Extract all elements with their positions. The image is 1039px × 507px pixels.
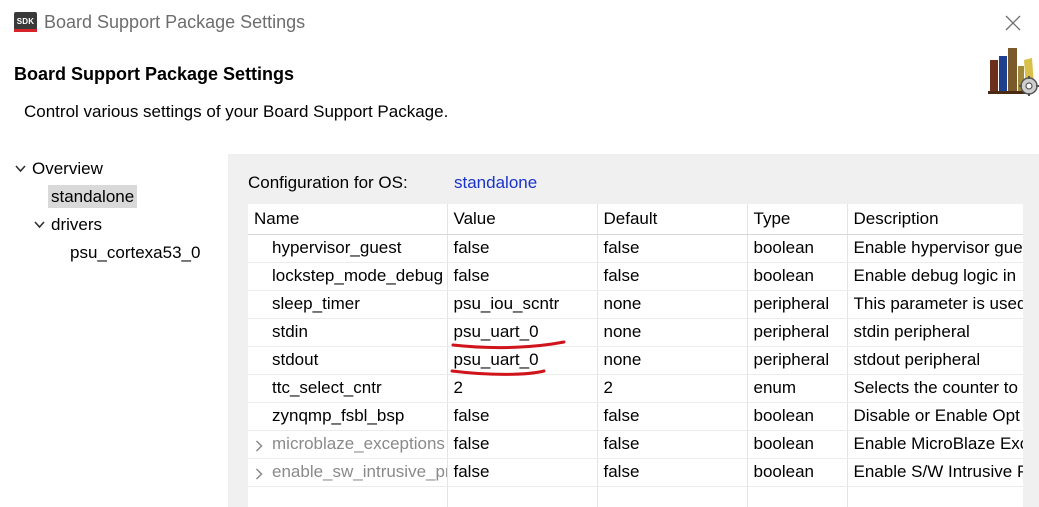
chevron-right-icon[interactable] (255, 467, 263, 480)
param-group-label: enable_sw_intrusive_profiling (272, 462, 446, 481)
param-description: Selects the counter to (847, 374, 1023, 403)
table-row[interactable]: sleep_timer psu_iou_scntr none periphera… (248, 290, 1023, 319)
tree-item-label: drivers (51, 215, 103, 234)
param-type: peripheral (747, 290, 848, 319)
chevron-right-icon[interactable] (255, 439, 263, 452)
table-row (248, 486, 1023, 507)
param-default: false (597, 262, 748, 291)
param-value[interactable]: false (447, 458, 598, 487)
param-group-label: microblaze_exceptions (272, 434, 445, 453)
param-value[interactable]: false (447, 234, 598, 263)
column-header-description[interactable]: Description (847, 204, 1023, 235)
window-title: Board Support Package Settings (44, 12, 306, 32)
param-name: lockstep_mode_debug (248, 262, 448, 291)
sdk-app-icon: SDK (14, 12, 37, 32)
param-name: hypervisor_guest (248, 234, 448, 263)
param-type: peripheral (747, 318, 848, 347)
param-value[interactable]: psu_uart_0 (447, 318, 598, 347)
param-type: boolean (747, 458, 848, 487)
param-value[interactable]: false (447, 262, 598, 291)
param-value[interactable]: psu_uart_0 (447, 346, 598, 375)
close-icon (1005, 15, 1021, 31)
param-type: boolean (747, 234, 848, 263)
table-row[interactable]: lockstep_mode_debug false false boolean … (248, 262, 1023, 291)
param-description: Enable hypervisor gue (847, 234, 1023, 263)
param-description: Enable debug logic in (847, 262, 1023, 291)
param-default: none (597, 318, 748, 347)
navigation-tree: Overview standalone drivers psu_cortexa5… (8, 154, 228, 507)
table-row[interactable]: zynqmp_fsbl_bsp false false boolean Disa… (248, 402, 1023, 431)
param-name: ttc_select_cntr (248, 374, 448, 403)
param-default: 2 (597, 374, 748, 403)
config-os-label: Configuration for OS: (248, 173, 408, 192)
tree-item-label: Overview (32, 159, 103, 178)
close-button[interactable] (996, 8, 1030, 38)
param-description: This parameter is used (847, 290, 1023, 319)
tree-item-psu-cortexa53-0[interactable]: psu_cortexa53_0 (70, 240, 200, 266)
param-default: none (597, 290, 748, 319)
column-header-default[interactable]: Default (597, 204, 748, 235)
books-gear-icon (988, 48, 1039, 96)
chevron-down-icon[interactable] (14, 156, 28, 182)
tree-item-label: standalone (48, 185, 138, 208)
param-type: boolean (747, 430, 848, 459)
chevron-down-icon[interactable] (33, 212, 47, 238)
param-name: sleep_timer (248, 290, 448, 319)
column-header-type[interactable]: Type (747, 204, 848, 235)
param-default: false (597, 402, 748, 431)
param-description: stdin peripheral (847, 318, 1023, 347)
column-header-name[interactable]: Name (248, 204, 448, 235)
settings-table: Name Value Default Type Description hype… (248, 204, 1023, 507)
param-default: false (597, 458, 748, 487)
param-value[interactable]: false (447, 430, 598, 459)
tree-item-overview[interactable]: Overview (14, 156, 103, 182)
param-name: zynqmp_fsbl_bsp (248, 402, 448, 431)
column-header-value[interactable]: Value (447, 204, 598, 235)
param-type: boolean (747, 402, 848, 431)
param-value[interactable]: psu_iou_scntr (447, 290, 598, 319)
tree-item-label: psu_cortexa53_0 (70, 243, 201, 262)
param-default: false (597, 430, 748, 459)
param-name: stdout (248, 346, 448, 375)
param-value[interactable]: 2 (447, 374, 598, 403)
tree-item-standalone[interactable]: standalone (48, 184, 138, 210)
param-type: peripheral (747, 346, 848, 375)
table-header-row: Name Value Default Type Description (248, 204, 1023, 235)
config-os-value: standalone (454, 173, 538, 192)
table-row[interactable]: microblaze_exceptions false false boolea… (248, 430, 1023, 459)
param-value[interactable]: false (447, 402, 598, 431)
tree-item-drivers[interactable]: drivers (33, 212, 102, 238)
param-group-name: microblaze_exceptions (248, 430, 448, 459)
table-row[interactable]: enable_sw_intrusive_profiling false fals… (248, 458, 1023, 487)
table-row[interactable]: hypervisor_guest false false boolean Ena… (248, 234, 1023, 263)
title-bar: SDK Board Support Package Settings (0, 0, 1039, 46)
param-description: Enable S/W Intrusive P (847, 458, 1023, 487)
table-row[interactable]: stdout psu_uart_0 none peripheral stdout… (248, 346, 1023, 375)
header-description: Control various settings of your Board S… (24, 102, 449, 121)
dialog-header: Board Support Package Settings Control v… (0, 46, 1039, 154)
param-description: stdout peripheral (847, 346, 1023, 375)
table-row[interactable]: ttc_select_cntr 2 2 enum Selects the cou… (248, 374, 1023, 403)
param-default: false (597, 234, 748, 263)
table-row[interactable]: stdin psu_uart_0 none peripheral stdin p… (248, 318, 1023, 347)
param-description: Enable MicroBlaze Exc (847, 430, 1023, 459)
param-description: Disable or Enable Opt (847, 402, 1023, 431)
bsp-settings-dialog: SDK Board Support Package Settings Board… (0, 0, 1039, 507)
configuration-panel: Configuration for OS: standalone Name Va… (228, 154, 1039, 507)
param-group-name: enable_sw_intrusive_profiling (248, 458, 448, 487)
param-name: stdin (248, 318, 448, 347)
param-default: none (597, 346, 748, 375)
param-type: boolean (747, 262, 848, 291)
param-type: enum (747, 374, 848, 403)
header-title: Board Support Package Settings (14, 64, 295, 84)
